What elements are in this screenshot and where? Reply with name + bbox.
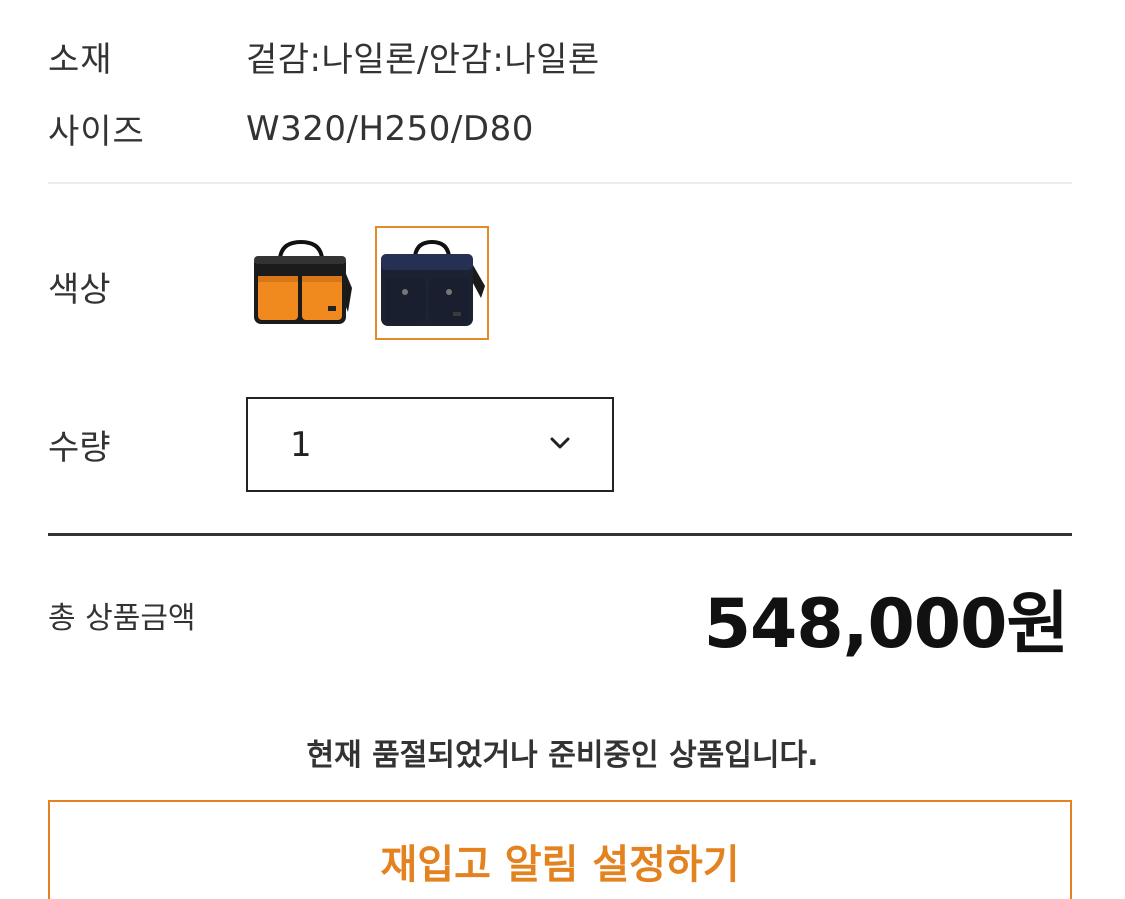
color-swatch-navy[interactable]: [375, 226, 489, 340]
material-label: 소재: [48, 40, 113, 80]
restock-alert-button[interactable]: 재입고 알림 설정하기: [48, 800, 1072, 899]
total-price-label: 총 상품금액: [48, 601, 196, 636]
quantity-value: 1: [290, 425, 312, 465]
size-value: W320/H250/D80: [246, 108, 534, 149]
product-options-panel: 소재 겉감:나일론/안감:나일론 사이즈 W320/H250/D80 색상 수량…: [0, 0, 1125, 899]
quantity-label: 수량: [48, 428, 111, 468]
chevron-down-icon: [550, 437, 570, 449]
material-value: 겉감:나일론/안감:나일론: [246, 40, 600, 80]
color-label: 색상: [48, 270, 111, 310]
color-swatch-orange[interactable]: [244, 226, 358, 340]
quantity-select[interactable]: 1: [246, 397, 614, 492]
soldout-notice: 현재 품절되었거나 준비중인 상품입니다.: [306, 738, 819, 773]
total-price: 548,000원: [703, 585, 1069, 664]
spec-row-material: 소재 겉감:나일론/안감:나일론: [48, 32, 600, 81]
orange-bag-image: [254, 239, 352, 324]
spec-divider: [48, 182, 1072, 184]
navy-bag-image: [381, 239, 485, 326]
size-label: 사이즈: [48, 112, 145, 152]
spec-row-size: 사이즈 W320/H250/D80: [48, 104, 534, 153]
total-divider: [48, 533, 1072, 536]
